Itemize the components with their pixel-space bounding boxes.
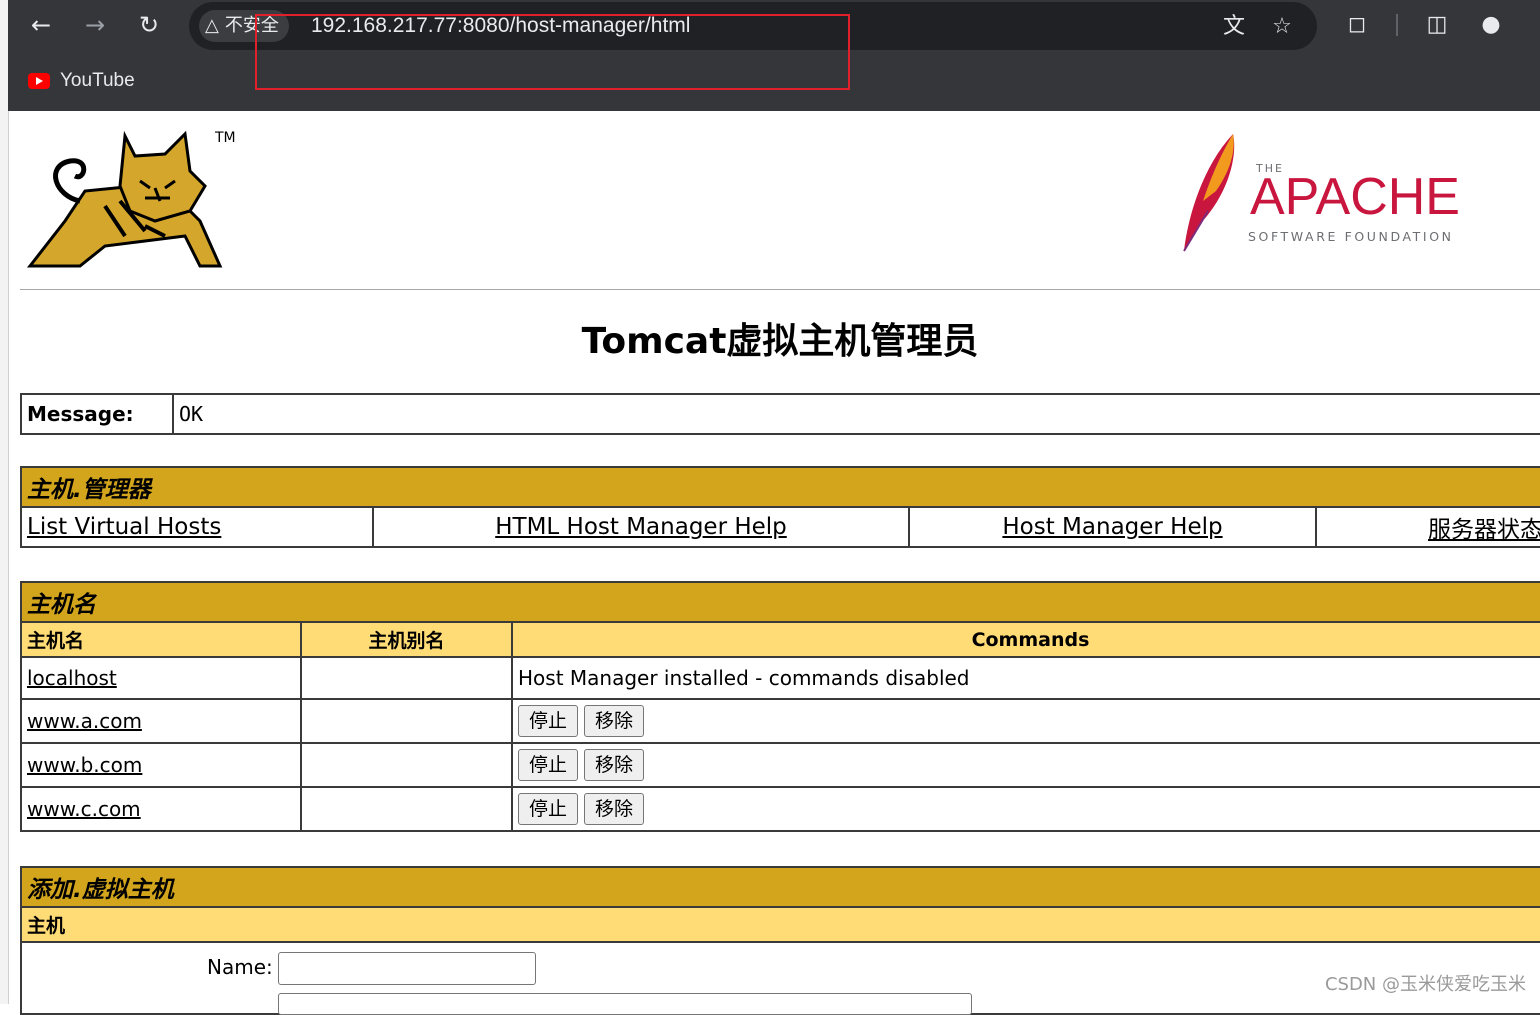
side-panel-icon[interactable]: ◫: [1420, 8, 1454, 42]
table-row: www.c.com 停止 移除: [20, 786, 1540, 832]
bookmark-star-icon[interactable]: ☆: [1267, 12, 1297, 42]
table-row: www.a.com 停止 移除: [20, 698, 1540, 744]
list-virtual-hosts-link[interactable]: List Virtual Hosts: [27, 514, 221, 540]
logo-header: TM THE APACHE SOFTWARE FOUNDATION: [20, 112, 1540, 289]
youtube-icon: [28, 73, 50, 89]
server-status-link[interactable]: 服务器状态: [1428, 517, 1540, 543]
forward-arrow-icon[interactable]: →: [78, 8, 112, 42]
table-row: localhost Host Manager installed - comma…: [20, 656, 1540, 700]
manager-title: 主机.管理器: [20, 466, 1540, 508]
table-row: www.b.com 停止 移除: [20, 742, 1540, 788]
apache-logo: THE APACHE SOFTWARE FOUNDATION: [1183, 134, 1460, 252]
tomcat-tm: TM: [214, 130, 236, 146]
hosts-title: 主机名: [20, 581, 1540, 623]
add-host-table: 添加.虚拟主机 主机 Name:: [20, 866, 1540, 1015]
html-host-manager-help-link[interactable]: HTML Host Manager Help: [495, 514, 787, 540]
host-alias-cell: [300, 786, 513, 832]
stop-button[interactable]: 停止: [518, 705, 579, 737]
message-table: Message: OK: [20, 393, 1540, 435]
apache-name: APACHE: [1250, 168, 1460, 226]
page-title: Tomcat虚拟主机管理员: [581, 321, 979, 362]
name-label: Name:: [207, 955, 273, 979]
warning-triangle-icon: △: [205, 15, 219, 36]
stop-button[interactable]: 停止: [518, 793, 579, 825]
host-manager-help-link[interactable]: Host Manager Help: [1002, 514, 1222, 540]
extensions-puzzle-icon[interactable]: ◻: [1340, 8, 1374, 42]
tomcat-logo: TM: [26, 130, 236, 268]
manager-table: 主机.管理器 List Virtual Hosts HTML Host Mana…: [20, 466, 1540, 548]
column-header-hostname: 主机名: [20, 621, 302, 658]
host-link-localhost[interactable]: localhost: [27, 666, 117, 690]
host-alias-cell: [300, 698, 513, 744]
watermark: CSDN @玉米侠爱吃玉米: [1324, 974, 1526, 995]
message-label: Message:: [20, 393, 174, 435]
host-alias-cell: [300, 742, 513, 788]
reload-icon[interactable]: ↻: [132, 8, 166, 42]
apache-subtitle: SOFTWARE FOUNDATION: [1248, 229, 1454, 244]
host-link-www-c[interactable]: www.c.com: [27, 797, 141, 821]
toolbar-divider: [1396, 14, 1398, 36]
translate-icon[interactable]: 文: [1219, 12, 1249, 42]
host-alias-cell: [300, 656, 513, 700]
host-link-www-a[interactable]: www.a.com: [27, 709, 142, 733]
message-value: OK: [172, 393, 1540, 435]
bookmark-youtube[interactable]: YouTube: [28, 70, 135, 92]
profile-avatar-icon[interactable]: ●: [1474, 8, 1508, 42]
annotation-red-box: [255, 14, 850, 90]
page-content: TM THE APACHE SOFTWARE FOUNDATION Tomcat…: [20, 112, 1540, 1015]
remove-button[interactable]: 移除: [584, 793, 645, 825]
back-arrow-icon[interactable]: ←: [24, 8, 58, 42]
column-header-commands: Commands: [511, 621, 1540, 658]
column-header-alias: 主机别名: [300, 621, 513, 658]
host-link-www-b[interactable]: www.b.com: [27, 753, 142, 777]
remove-button[interactable]: 移除: [584, 705, 645, 737]
aliases-input[interactable]: [278, 993, 972, 1015]
add-host-section: 主机: [20, 906, 1540, 943]
remove-button[interactable]: 移除: [584, 749, 645, 781]
background-window-edge: [0, 0, 9, 1004]
host-commands-note: Host Manager installed - commands disabl…: [511, 656, 1540, 700]
stop-button[interactable]: 停止: [518, 749, 579, 781]
bookmark-label: YouTube: [60, 70, 135, 91]
add-host-title: 添加.虚拟主机: [20, 866, 1540, 908]
hosts-table: 主机名 主机名 主机别名 Commands localhost Host Man…: [20, 581, 1540, 832]
name-input[interactable]: [278, 952, 536, 985]
header-divider: [20, 289, 1540, 290]
